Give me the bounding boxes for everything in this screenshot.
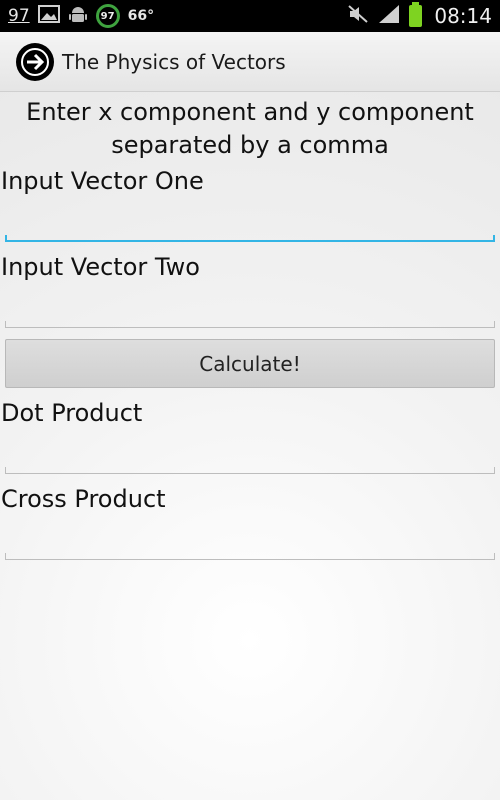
notification-count: 97 <box>8 6 30 26</box>
cross-product-label: Cross Product <box>1 485 166 513</box>
action-bar: The Physics of Vectors <box>0 32 500 92</box>
cross-product-field[interactable] <box>5 516 495 556</box>
gallery-icon <box>37 5 60 27</box>
status-bar-right: 08:14 <box>347 2 492 29</box>
status-bar: 97 97 66° 08:14 <box>0 0 500 32</box>
android-debug-icon <box>68 4 88 28</box>
vector-one-underline <box>5 235 495 242</box>
vector-two-underline <box>5 321 495 328</box>
vector-one-input[interactable] <box>5 199 495 239</box>
status-bar-left: 97 97 66° <box>8 4 154 28</box>
progress-ring-icon: 97 <box>95 4 120 28</box>
instructions-text: Enter x component and y component separa… <box>26 98 474 159</box>
vector-one-label: Input Vector One <box>1 167 204 195</box>
battery-icon <box>409 2 423 27</box>
app-title: The Physics of Vectors <box>62 49 286 74</box>
clock: 08:14 <box>434 4 492 28</box>
mute-icon <box>347 4 369 28</box>
dot-product-underline <box>5 467 495 474</box>
temperature-text: 66° <box>127 8 155 24</box>
dot-product-label: Dot Product <box>1 399 143 427</box>
dot-product-field[interactable] <box>5 430 495 470</box>
cross-product-underline <box>5 553 495 560</box>
vector-two-label: Input Vector Two <box>1 253 200 281</box>
arrow-right-icon[interactable] <box>16 42 54 81</box>
vector-two-input[interactable] <box>5 284 495 324</box>
calculate-button[interactable]: Calculate! <box>5 339 495 388</box>
signal-icon <box>377 3 401 29</box>
